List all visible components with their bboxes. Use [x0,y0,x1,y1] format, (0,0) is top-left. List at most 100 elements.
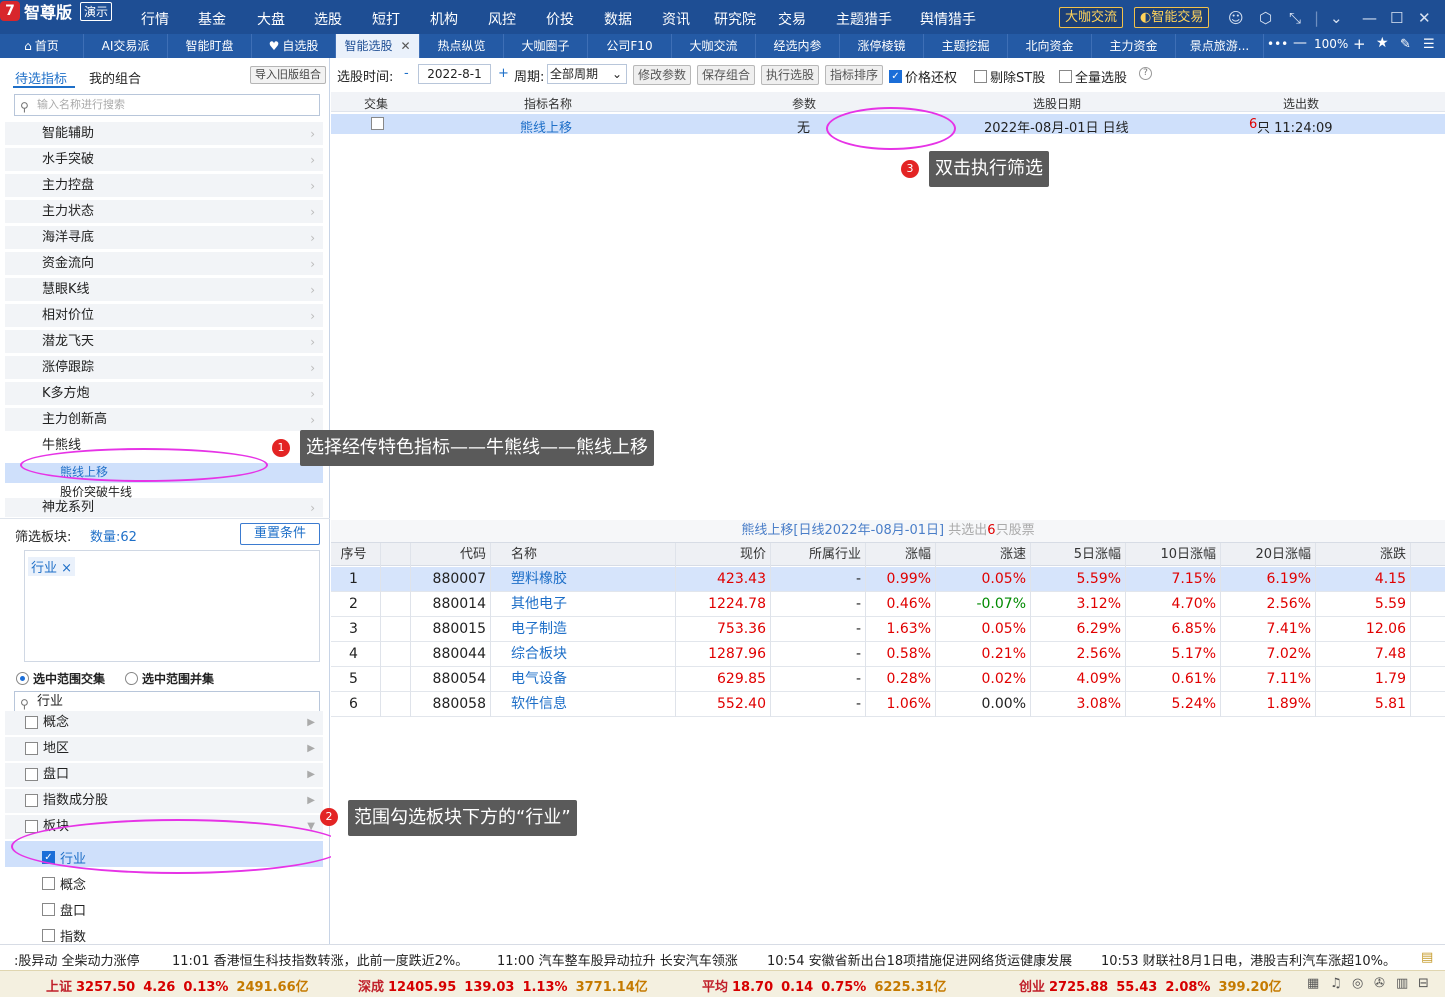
sort-indicators-button[interactable]: 指标排序 [825,65,884,85]
maximize-icon[interactable]: ☐ [1390,9,1403,27]
edit-icon[interactable]: ✎ [1400,37,1411,52]
menu-item[interactable]: 舆情猎手 [920,9,976,29]
menu-item[interactable]: 机构 [430,9,458,29]
table-row[interactable]: 3 880015 电子制造 753.36-1.63% 0.05% 6.29% 6.85% 7.… [331,617,1445,642]
tab-item[interactable]: AI交易派 [84,34,168,58]
tab-item[interactable]: 主力资金 [1092,34,1176,58]
menu-item[interactable]: 价投 [546,9,574,29]
column-header[interactable]: 涨速 [936,543,1031,567]
indicator-group[interactable]: 智能辅助 › [5,122,323,146]
user-icon[interactable]: ☺ [1228,9,1244,27]
tab-item[interactable]: ♥ 自选股 [252,34,336,58]
zoom-in-icon[interactable]: + [1353,35,1366,53]
board-option[interactable]: 盘口 [42,899,86,919]
menu-item[interactable]: 行情 [141,9,169,29]
bell-icon[interactable]: ♫ [1330,976,1342,991]
news-item[interactable]: 10:53 财联社8月1日电，港股吉利汽车涨超10%。 [1101,950,1396,969]
column-header[interactable]: 现价 [676,543,771,567]
settings-icon[interactable]: ⬡ [1259,9,1272,27]
table-row[interactable]: 6 880058 软件信息 552.40-1.06% 0.00% 3.08% 5.24% 1.… [331,692,1445,717]
checkbox-icon[interactable] [25,768,38,781]
column-header[interactable]: 涨幅 [866,543,936,567]
radio-intersect[interactable]: 选中范围交集 [16,670,105,687]
news-item[interactable]: 10:54 安徽省新出台18项措施促进网络货运健康发展 [767,950,1072,969]
tab-item[interactable]: 公司F10 [588,34,672,58]
shrink-icon[interactable]: ⤡ [1289,9,1301,27]
tab-item[interactable]: 智能盯盘 [168,34,252,58]
tab-item[interactable]: 智能选股 ✕ [336,34,420,58]
date-increment[interactable]: + [498,66,509,81]
tab-item[interactable]: 北向资金 [1008,34,1092,58]
exclude-st-checkbox[interactable]: 剔除ST股 [974,67,1045,86]
table-row[interactable]: 2 880014 其他电子 1224.78-0.46% -0.07% 3.12% 4.70%… [331,592,1445,617]
tab-item[interactable]: 涨停棱镜 [840,34,924,58]
calendar-icon[interactable]: ▦ [1307,976,1319,991]
checkbox-icon[interactable] [25,794,38,807]
checkbox-icon[interactable] [42,876,55,890]
menu-item[interactable]: 选股 [314,9,342,29]
board-option[interactable]: 概念 [42,873,86,893]
tab-item[interactable]: 主题挖掘 [924,34,1008,58]
menu-item[interactable]: 大盘 [257,9,285,29]
close-icon[interactable]: ✕ [1418,9,1431,27]
news-item[interactable]: 11:01 香港恒生科技指数转涨，此前一度跌近2%。 [172,950,468,969]
help-icon[interactable]: ? [1139,67,1152,80]
index-quote[interactable]: 平均 18.70 0.14 0.75% 6225.31亿 [702,976,947,995]
full-selection-checkbox[interactable]: 全量选股 [1059,67,1127,86]
price-restore-checkbox[interactable]: ✓ 价格还权 [889,67,957,86]
tab-pending-indicators[interactable]: 待选指标 [15,68,67,87]
tab-item[interactable]: 大咖交流 [672,34,756,58]
lock-icon[interactable]: ⊟ [1418,976,1429,991]
ticker-icon[interactable]: ▤ [1421,950,1433,965]
smart-trade-button[interactable]: ◐智能交易 [1134,7,1210,28]
row-checkbox[interactable] [371,117,384,130]
column-header[interactable]: 所属行业 [771,543,866,567]
column-header[interactable]: 序号 [331,543,381,567]
board-search-input[interactable]: ⚲ 行业 [14,691,320,713]
reset-conditions-button[interactable]: 重置条件 [240,523,320,545]
indicator-group[interactable]: 慧眼K线 › [5,278,323,302]
indicator-group[interactable]: K多方炮 › [5,382,323,406]
board-category[interactable]: 指数成分股 ▶ [5,789,323,813]
column-header[interactable]: 20日涨幅 [1221,543,1316,567]
board-category[interactable]: 概念 ▶ [5,711,323,735]
checkbox-icon[interactable] [25,716,38,729]
indicator-search-input[interactable]: ⚲ 输入名称进行搜索 [14,94,320,116]
menu-item[interactable]: 资讯 [662,9,690,29]
table-row[interactable]: 4 880044 综合板块 1287.96-0.58% 0.21% 2.56% 5.17% 7… [331,642,1445,667]
menu-item[interactable]: 风控 [488,9,516,29]
tab-item[interactable]: ⌂ 首页 [0,34,84,58]
indicator-group[interactable]: 主力创新高 › [5,408,323,432]
indicator-group[interactable]: 资金流向 › [5,252,323,276]
import-old-combo-button[interactable]: 导入旧版组合 [250,66,326,84]
execute-selection-button[interactable]: 执行选股 [761,65,820,85]
date-decrement[interactable]: - [404,66,409,81]
menu-item[interactable]: 研究院 [714,9,756,29]
indicator-group-shenlong[interactable]: 神龙系列 › [5,498,323,518]
checkbox-icon[interactable] [42,928,55,942]
radio-union[interactable]: 选中范围并集 [125,670,214,687]
menu-item[interactable]: 交易 [778,9,806,29]
board-category[interactable]: 地区 ▶ [5,737,323,761]
period-select[interactable]: 全部周期 ⌄ [547,64,627,84]
index-quote[interactable]: 创业 2725.88 55.43 2.08% 399.20亿 [1019,976,1282,995]
board-option[interactable]: 指数 [42,925,86,945]
table-row[interactable]: 1 880007 塑料橡胶 423.43-0.99% 0.05% 5.59% 7.15% 6.… [331,567,1445,592]
tab-item[interactable]: 经选内参 [756,34,840,58]
tab-item[interactable]: 大咖圈子 [504,34,588,58]
more-icon[interactable]: ••• [1267,37,1288,51]
notes-icon[interactable]: ▥ [1396,976,1408,991]
zoom-out-icon[interactable]: — [1293,35,1307,51]
checkbox-icon[interactable] [42,902,55,916]
column-header[interactable]: 10日涨幅 [1126,543,1221,567]
signal-icon[interactable]: ✇ [1374,976,1385,991]
index-quote[interactable]: 上证 3257.50 4.26 0.13% 2491.66亿 [46,976,309,995]
menu-item[interactable]: 基金 [198,9,226,29]
news-item[interactable]: 11:00 汽车整车股异动拉升 长安汽车领涨 [497,950,738,969]
column-header[interactable]: 5日涨幅 [1031,543,1126,567]
column-header[interactable]: 代码 [411,543,491,567]
board-category[interactable]: 盘口 ▶ [5,763,323,787]
indicator-group[interactable]: 潜龙飞天 › [5,330,323,354]
daka-button[interactable]: 大咖交流 [1059,7,1124,28]
checkbox-icon[interactable] [25,742,38,755]
